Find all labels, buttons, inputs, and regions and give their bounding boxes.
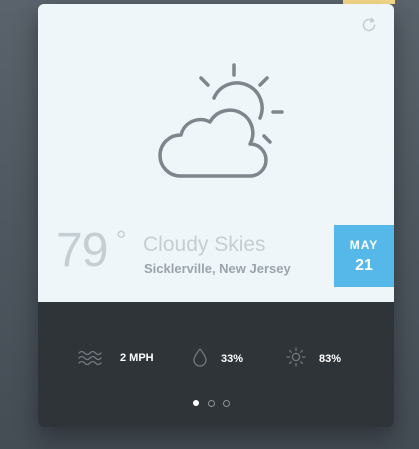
date-badge: MAY 21 [334, 225, 394, 287]
temperature-value: 79 [56, 224, 108, 277]
uv-value: 83% [319, 353, 342, 365]
wind-waves-icon [78, 350, 102, 366]
weather-card: 79 ° Cloudy Skies Sicklerville, New Jers… [38, 4, 394, 427]
sun-icon [286, 347, 306, 367]
page-dot-1[interactable] [193, 400, 199, 406]
location-label: Sicklerville, New Jersey [144, 261, 291, 276]
page-dot-3[interactable] [223, 400, 230, 407]
humidity-value: 33% [221, 353, 244, 365]
wind-speed-value: 2 MPH [120, 352, 154, 364]
pagination-dots [193, 400, 243, 410]
droplet-icon [193, 348, 207, 367]
page-dot-2[interactable] [208, 400, 215, 407]
partly-cloudy-icon [158, 63, 284, 178]
degree-symbol: ° [116, 225, 127, 255]
weather-card-top: 79 ° Cloudy Skies Sicklerville, New Jers… [38, 4, 394, 302]
weather-condition: Cloudy Skies [143, 233, 266, 256]
date-month: MAY [349, 238, 379, 252]
weather-stats-bar: 2 MPH 33% 83% [38, 302, 394, 427]
refresh-icon[interactable] [360, 16, 378, 34]
date-day: 21 [355, 257, 373, 274]
